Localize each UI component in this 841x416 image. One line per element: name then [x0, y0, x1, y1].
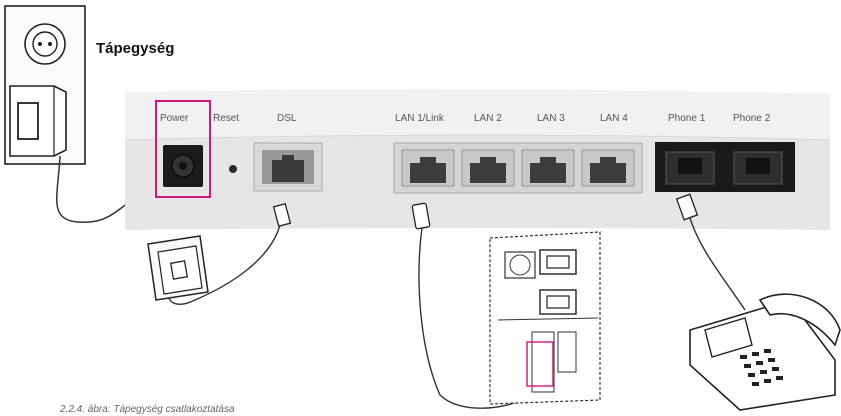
port-label-lan3: LAN 3	[537, 113, 565, 124]
power-adapter	[9, 85, 67, 157]
title: Tápegység	[96, 40, 174, 57]
figure-caption: 2.2.4. ábra: Tápegység csatlakoztatása	[59, 404, 235, 415]
lan1-port	[401, 149, 455, 187]
connection-diagram: Tápegység Power Reset DSL LAN 1/Link LAN…	[4, 5, 841, 415]
port-label-lan4: LAN 4	[600, 113, 628, 124]
phone1-port	[665, 151, 715, 185]
port-label-phone1: Phone 1	[668, 113, 706, 124]
lan3-port	[521, 149, 575, 187]
reset-button	[229, 165, 237, 173]
phone2-port	[733, 151, 783, 185]
lan4-port	[581, 149, 635, 187]
phone-port-block	[655, 142, 795, 192]
port-label-lan2: LAN 2	[474, 113, 502, 124]
port-label-power: Power	[160, 113, 189, 124]
computer-back	[489, 231, 601, 405]
port-label-phone2: Phone 2	[733, 113, 771, 124]
port-label-lan1: LAN 1/Link	[395, 113, 445, 124]
port-label-reset: Reset	[213, 113, 239, 124]
dsl-port	[253, 142, 323, 192]
port-label-dsl: DSL	[277, 113, 297, 124]
lan-port-block	[393, 142, 643, 194]
telephone	[689, 293, 841, 411]
power-port	[163, 145, 203, 187]
lan2-port	[461, 149, 515, 187]
wall-phone-jack	[147, 235, 209, 301]
